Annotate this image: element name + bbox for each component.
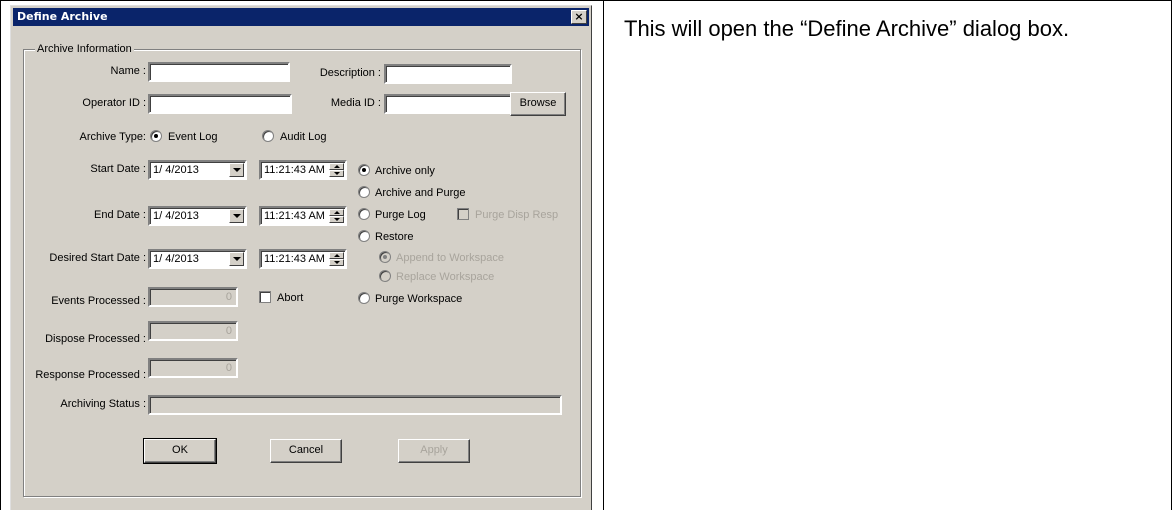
purge-log-label: Purge Log — [375, 209, 426, 221]
end-date-label: End Date : — [94, 209, 146, 221]
archive-and-purge-radio[interactable] — [358, 186, 370, 198]
ok-button[interactable]: OK — [143, 438, 217, 464]
response-processed-label: Response Processed : — [35, 369, 146, 381]
append-workspace-label: Append to Workspace — [396, 252, 505, 264]
spin-down-icon — [334, 218, 340, 221]
end-date-picker[interactable]: 1/ 4/2013 — [148, 206, 247, 226]
end-time-spinner[interactable]: 11:21:43 AM — [259, 206, 347, 226]
desired-start-date-dropdown[interactable] — [229, 252, 244, 266]
dialog-titlebar[interactable]: Define Archive × — [13, 8, 589, 26]
chevron-down-icon — [233, 168, 241, 172]
apply-button[interactable]: Apply — [398, 439, 470, 463]
instruction-text: This will open the “Define Archive” dial… — [624, 16, 1070, 41]
purge-log-radio[interactable] — [358, 208, 370, 220]
purge-disp-resp-label: Purge Disp Resp — [475, 209, 559, 221]
event-log-label: Event Log — [168, 131, 218, 143]
restore-label: Restore — [375, 231, 414, 243]
chevron-down-icon — [233, 257, 241, 261]
archiving-status-field — [148, 395, 562, 415]
spin-down-icon — [334, 172, 340, 175]
audit-log-label: Audit Log — [280, 131, 327, 143]
close-button[interactable]: × — [571, 10, 587, 24]
cancel-button[interactable]: Cancel — [270, 439, 342, 463]
dialog-title: Define Archive — [17, 10, 108, 23]
name-label: Name : — [110, 65, 146, 77]
archive-and-purge-label: Archive and Purge — [375, 187, 466, 199]
abort-checkbox[interactable] — [259, 291, 271, 303]
spin-up-icon — [334, 211, 340, 214]
define-archive-dialog: Define Archive × Archive Information Nam… — [10, 5, 592, 510]
dispose-processed-field: 0 — [148, 321, 238, 341]
archive-type-label: Archive Type: — [79, 131, 146, 143]
end-time-spin[interactable] — [329, 209, 344, 223]
archive-information-group — [23, 49, 581, 497]
event-log-radio[interactable] — [150, 130, 162, 142]
operator-id-label: Operator ID : — [82, 97, 146, 109]
desired-start-date-label: Desired Start Date : — [49, 252, 146, 264]
dispose-processed-label: Dispose Processed : — [45, 333, 146, 345]
purge-disp-resp-checkbox[interactable] — [457, 208, 469, 220]
name-input[interactable] — [148, 62, 290, 82]
purge-workspace-label: Purge Workspace — [375, 293, 463, 305]
purge-workspace-radio[interactable] — [358, 292, 370, 304]
append-workspace-radio[interactable] — [379, 251, 391, 263]
start-date-label: Start Date : — [90, 163, 146, 175]
replace-workspace-radio[interactable] — [379, 270, 391, 282]
replace-workspace-label: Replace Workspace — [396, 271, 495, 283]
chevron-down-icon — [233, 214, 241, 218]
table-divider — [603, 0, 604, 510]
description-label: Description : — [319, 67, 381, 79]
start-time-spin[interactable] — [329, 163, 344, 177]
desired-start-time-spin[interactable] — [329, 252, 344, 266]
spin-up-icon — [334, 254, 340, 257]
spin-up-icon — [334, 165, 340, 168]
events-processed-label: Events Processed : — [51, 295, 146, 307]
desired-start-time-spinner[interactable]: 11:21:43 AM — [259, 249, 347, 269]
table-left-border — [0, 0, 1, 510]
archive-only-radio[interactable] — [358, 164, 370, 176]
restore-radio[interactable] — [358, 230, 370, 242]
operator-id-input[interactable] — [148, 94, 292, 114]
description-input[interactable] — [384, 64, 512, 84]
archiving-status-label: Archiving Status : — [60, 398, 146, 410]
table-top-border — [0, 0, 1172, 1]
audit-log-radio[interactable] — [262, 130, 274, 142]
abort-label: Abort — [277, 292, 304, 304]
browse-button[interactable]: Browse — [510, 92, 566, 116]
desired-start-date-picker[interactable]: 1/ 4/2013 — [148, 249, 247, 269]
close-icon: × — [574, 10, 584, 23]
media-id-label: Media ID : — [330, 97, 381, 109]
media-id-input[interactable] — [384, 94, 512, 114]
start-date-picker[interactable]: 1/ 4/2013 — [148, 160, 247, 180]
group-caption: Archive Information — [35, 43, 134, 55]
archive-only-label: Archive only — [375, 165, 435, 177]
start-date-dropdown[interactable] — [229, 163, 244, 177]
response-processed-field: 0 — [148, 358, 238, 378]
events-processed-field: 0 — [148, 287, 238, 307]
start-time-spinner[interactable]: 11:21:43 AM — [259, 160, 347, 180]
end-date-dropdown[interactable] — [229, 209, 244, 223]
spin-down-icon — [334, 261, 340, 264]
